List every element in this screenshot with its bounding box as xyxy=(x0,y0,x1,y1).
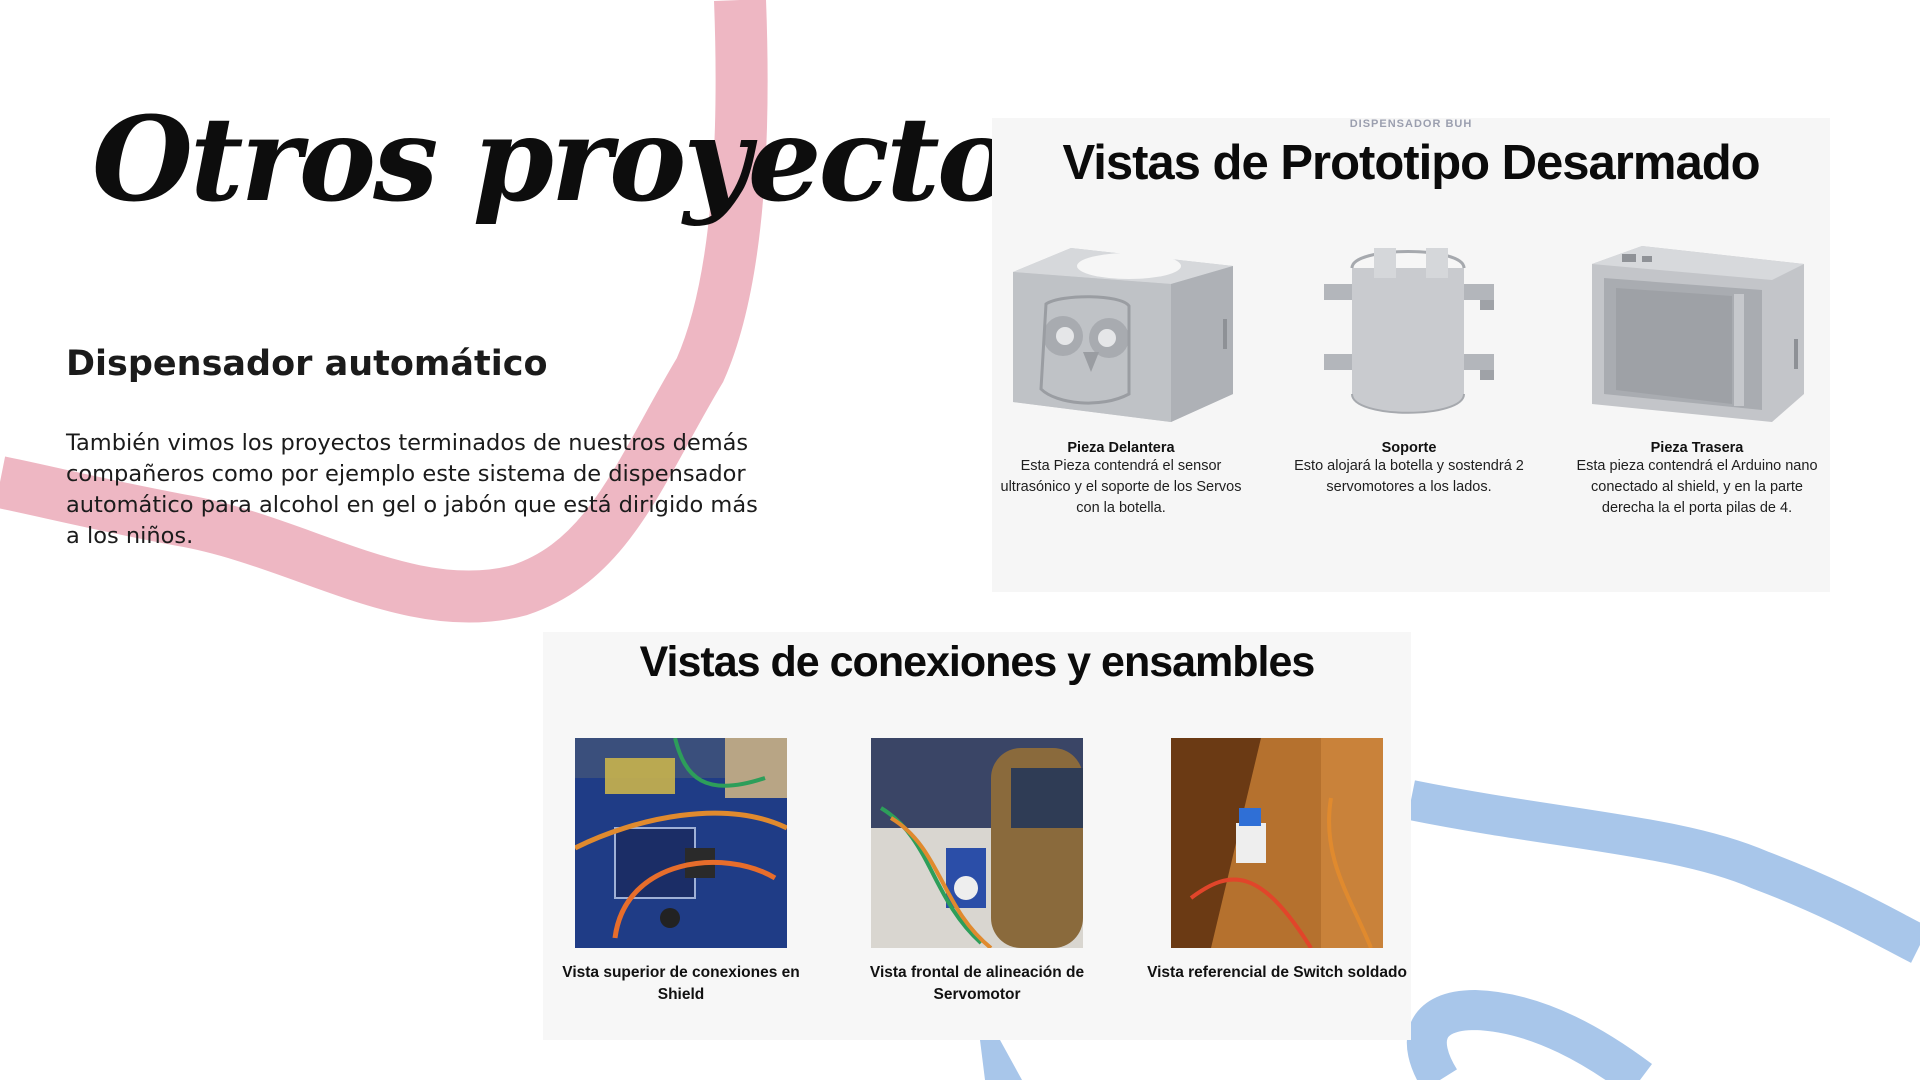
soldered-switch-photo-icon xyxy=(1171,738,1383,948)
blue-ribbon-bottom xyxy=(1406,989,1652,1080)
cylinder-support-icon xyxy=(1324,248,1494,414)
photo-shield-connections: Vista superior de conexiones en Shield xyxy=(551,738,811,1006)
slide-title: Otros proyectos xyxy=(92,92,1076,228)
project-subtitle: Dispensador automático xyxy=(66,344,548,384)
piece-back: Pieza Trasera Esta pieza contendrá el Ar… xyxy=(1568,244,1826,519)
piece-support: Soporte Esto alojará la botella y sosten… xyxy=(1280,244,1538,498)
photo-caption: Vista superior de conexiones en Shield xyxy=(562,964,800,1003)
servo-alignment-photo-icon xyxy=(871,738,1083,948)
connections-views-image: Vistas de conexiones y ensambles Vista s… xyxy=(543,632,1411,1040)
photo-caption: Vista referencial de Switch soldado xyxy=(1147,964,1407,981)
piece-description: Esto alojará la botella y sostendrá 2 se… xyxy=(1294,458,1524,495)
blue-ribbon-right xyxy=(1407,780,1920,963)
connections-panel-title: Vistas de conexiones y ensambles xyxy=(639,638,1316,686)
prototype-views-image: DISPENSADOR BUH Vistas de Prototipo Desa… xyxy=(992,118,1830,592)
project-description: También vimos los proyectos terminados d… xyxy=(66,430,758,549)
prototype-panel-title: Vistas de Prototipo Desarmado xyxy=(1062,136,1760,190)
piece-name: Soporte xyxy=(1381,440,1437,456)
photo-switch-soldered: Vista referencial de Switch soldado xyxy=(1147,738,1407,984)
photo-caption: Vista frontal de alineación de Servomoto… xyxy=(869,964,1085,1003)
piece-front: Pieza Delantera Esta Pieza contendrá el … xyxy=(992,244,1250,519)
arduino-shield-photo-icon xyxy=(575,738,787,948)
open-back-box-icon xyxy=(1592,246,1804,422)
panel-kicker: DISPENSADOR BUH xyxy=(1349,118,1473,130)
piece-name: Pieza Trasera xyxy=(1650,440,1744,456)
piece-description: Esta Pieza contendrá el sensor ultrasóni… xyxy=(1000,458,1242,516)
front-piece-owl-box-icon xyxy=(1013,248,1233,422)
piece-name: Pieza Delantera xyxy=(1067,440,1175,456)
blue-ribbon-stub xyxy=(980,1040,1022,1080)
piece-description: Esta pieza contendrá el Arduino nano con… xyxy=(1576,458,1818,516)
photo-servo-alignment: Vista frontal de alineación de Servomoto… xyxy=(847,738,1107,1006)
